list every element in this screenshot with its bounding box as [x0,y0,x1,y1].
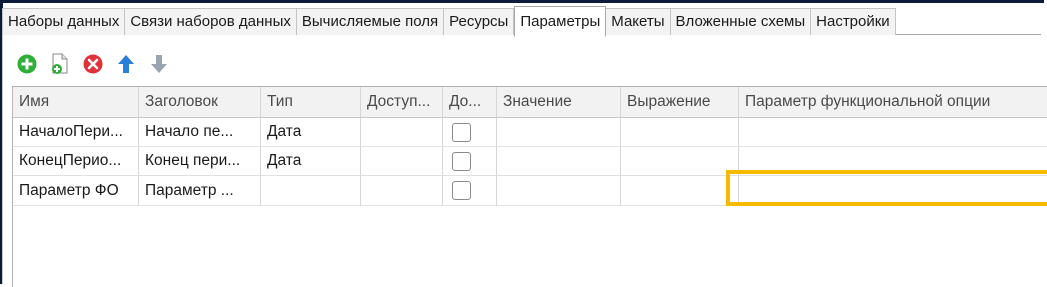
cell-title[interactable]: Конец пери... [139,147,261,176]
column-header-functional-option-param[interactable]: Параметр функциональной опции [739,87,1047,117]
table-row[interactable]: КонецПерио... Конец пери... Дата [13,147,1047,176]
checkbox[interactable] [452,181,471,200]
cell-flag [443,176,497,206]
tab-calculated-fields[interactable]: Вычисляемые поля [296,8,445,35]
move-up-icon [118,55,134,73]
cell-value[interactable] [497,147,621,176]
cell-functional-option-param[interactable] [739,147,1047,176]
move-up-button[interactable] [115,53,137,75]
move-down-button[interactable] [148,53,170,75]
delete-button[interactable] [82,53,104,75]
column-header-type[interactable]: Тип [261,87,361,117]
tab-resources[interactable]: Ресурсы [444,8,515,35]
cell-title[interactable]: Начало пе... [139,118,261,147]
table-row[interactable]: НачалоПери... Начало пе... Дата [13,118,1047,147]
cell-title[interactable]: Параметр ... [139,176,261,206]
table-header: Имя Заголовок Тип Доступ... До... Значен… [13,87,1047,118]
tab-datasets[interactable]: Наборы данных [2,8,126,35]
cell-functional-option-param[interactable] [739,118,1047,147]
add-icon [17,54,37,74]
column-header-flag[interactable]: До... [443,87,497,117]
cell-value[interactable] [497,176,621,206]
column-header-name[interactable]: Имя [13,87,139,117]
tab-layouts[interactable]: Макеты [606,8,671,35]
checkbox[interactable] [452,122,471,142]
tab-settings[interactable]: Настройки [811,8,896,35]
column-header-value[interactable]: Значение [497,87,621,117]
new-document-icon [52,53,68,74]
add-button[interactable] [16,53,38,75]
column-header-access[interactable]: Доступ... [361,87,443,117]
column-header-expression[interactable]: Выражение [621,87,739,117]
delete-icon [83,54,103,74]
cell-expression[interactable] [621,118,739,147]
cell-type[interactable]: Дата [261,118,361,147]
cell-name[interactable]: Параметр ФО [13,176,139,206]
cell-flag [443,118,497,147]
parameters-table: Имя Заголовок Тип Доступ... До... Значен… [12,86,1047,287]
cell-access[interactable] [361,147,443,176]
table-row[interactable]: Параметр ФО Параметр ... [13,176,1047,206]
cell-type[interactable]: Дата [261,147,361,176]
cell-access[interactable] [361,176,443,206]
add-copy-button[interactable] [49,53,71,75]
cell-expression[interactable] [621,176,739,206]
cell-name[interactable]: НачалоПери... [13,118,139,147]
cell-type[interactable] [261,176,361,206]
tab-parameters[interactable]: Параметры [514,6,607,37]
column-header-title[interactable]: Заголовок [139,87,261,117]
cell-value[interactable] [497,118,621,147]
tab-bar: Наборы данных Связи наборов данных Вычис… [2,6,1041,37]
cell-flag [443,147,497,176]
toolbar [16,52,181,76]
checkbox[interactable] [452,151,471,171]
move-down-icon [151,55,167,73]
cell-expression[interactable] [621,147,739,176]
cell-functional-option-param[interactable] [739,176,1047,206]
cell-access[interactable] [361,118,443,147]
cell-name[interactable]: КонецПерио... [13,147,139,176]
tab-nested-schemas[interactable]: Вложенные схемы [670,8,812,35]
tab-dataset-links[interactable]: Связи наборов данных [125,8,297,35]
